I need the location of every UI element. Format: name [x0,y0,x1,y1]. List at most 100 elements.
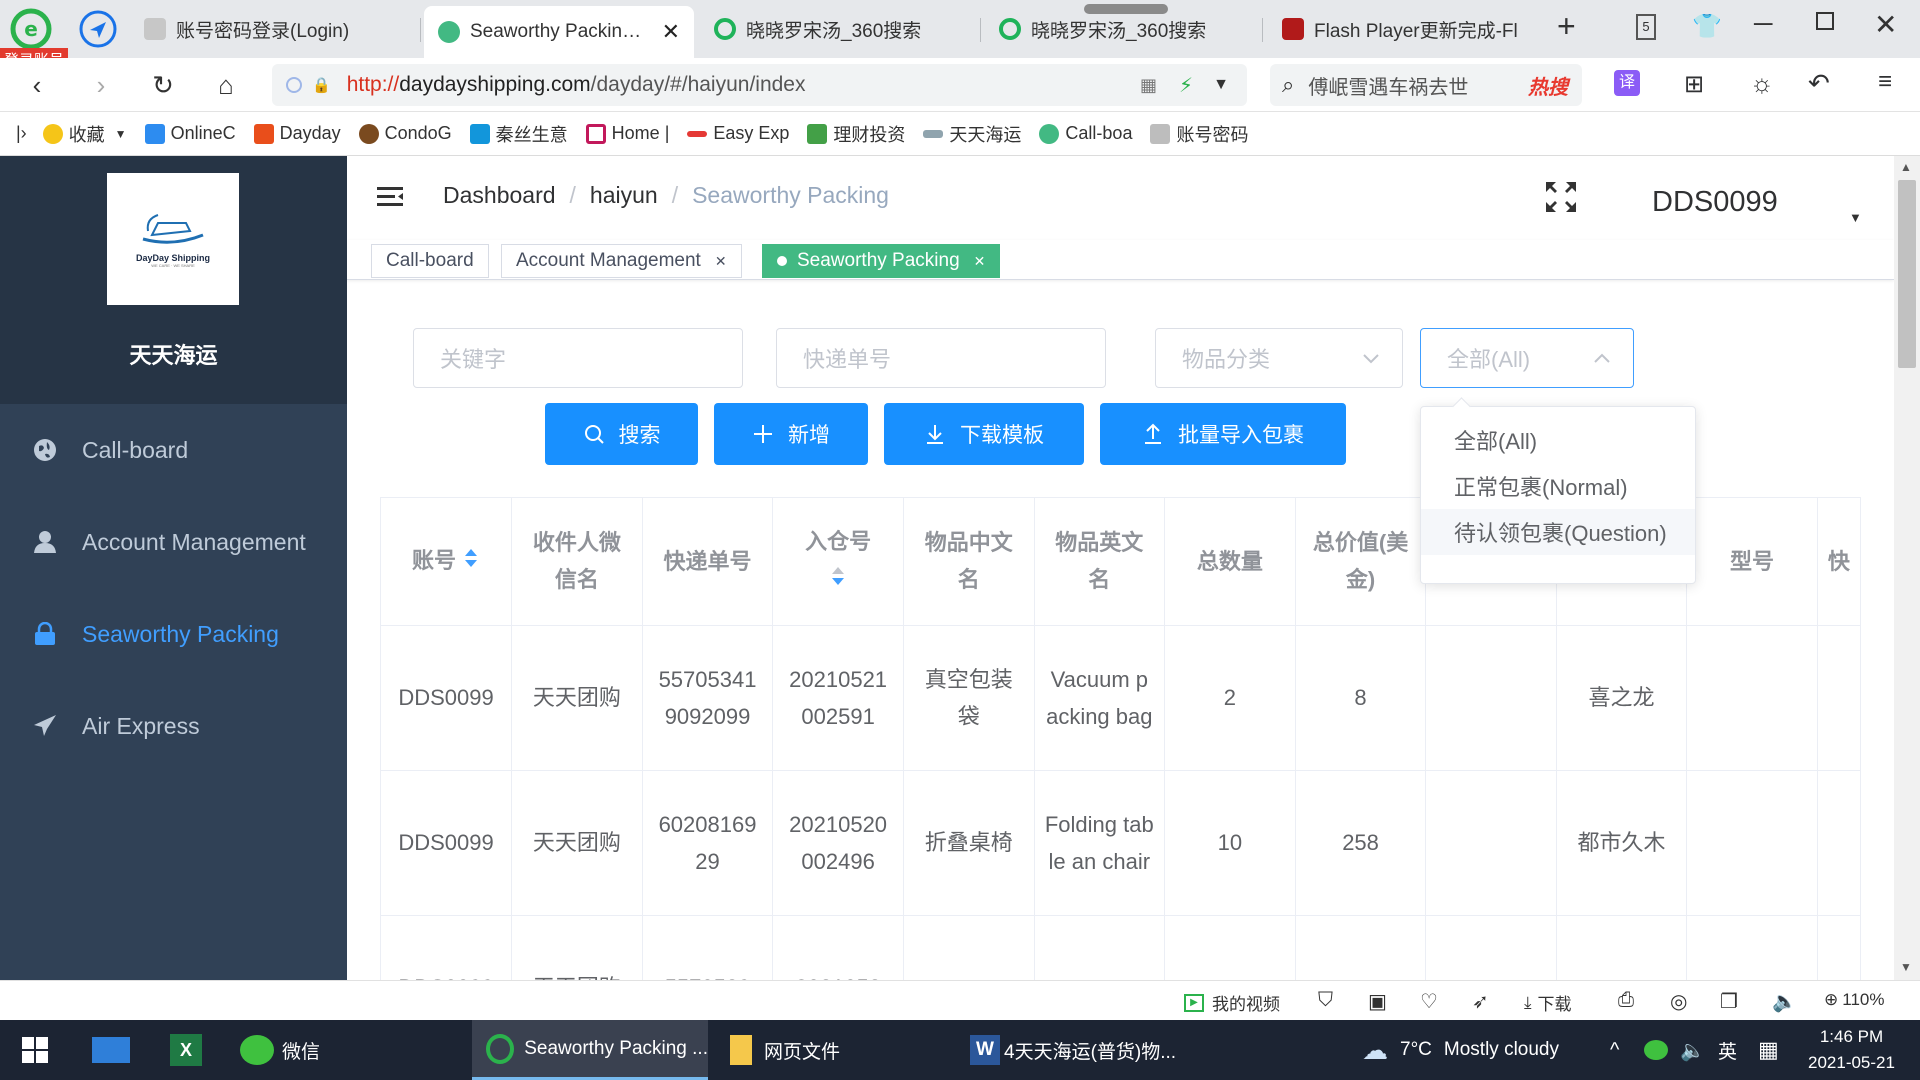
tab-login[interactable]: 账号密码登录(Login) [130,6,415,52]
print-icon[interactable]: ⎙ [1618,989,1634,1012]
bookmark-item[interactable]: OnlineC [144,123,236,144]
column-header[interactable]: 账号 [381,498,513,626]
start-button[interactable] [22,1020,48,1080]
new-tab-icon[interactable]: + [1557,8,1576,45]
browser-search-box[interactable]: ⌕ 傅岷雪遇车祸去世 热搜 [1270,64,1582,106]
heart-icon[interactable]: ♡ [1420,989,1438,1014]
tray-wechat-icon[interactable] [1644,1020,1668,1080]
window-icon[interactable]: ❐ [1720,989,1738,1014]
tracking-number-input[interactable]: 快递单号 [776,328,1106,388]
mail-app[interactable] [92,1020,130,1080]
close-window-icon[interactable]: ✕ [1874,8,1897,41]
close-icon[interactable]: ✕ [974,253,986,270]
sidebar-item-air-express[interactable]: Air Express [0,680,347,772]
option-all[interactable]: 全部(All) [1421,417,1695,463]
sort-icon[interactable] [829,562,847,599]
skin-icon[interactable]: 👕 [1692,12,1722,41]
bookmark-item[interactable]: 收藏 ▼ [42,121,127,147]
keyword-input[interactable]: 关键字 [413,328,743,388]
sidebar-item-account-management[interactable]: Account Management [0,496,347,588]
scrollbar-thumb[interactable] [1898,180,1916,368]
tab-seaworthy-packing[interactable]: Seaworthy Packing - Day ✕ [424,6,694,58]
rocket-icon[interactable]: ➶ [1472,989,1489,1014]
tag-call-board[interactable]: Call-board [371,244,489,278]
scroll-down-icon[interactable]: ▼ [1900,960,1912,974]
speaker-icon[interactable]: 🔈 [1680,1020,1705,1080]
breadcrumb-dashboard[interactable]: Dashboard [443,182,556,209]
volume-icon[interactable]: 🔈 [1772,989,1797,1014]
tab-flash-player[interactable]: Flash Player更新完成-Fl [1268,6,1543,52]
hamburger-icon[interactable] [375,182,405,212]
clock[interactable]: 1:46 PM 2021-05-21 [1808,1020,1895,1080]
page-scrollbar[interactable]: ▲ ▼ [1894,156,1920,980]
search-button[interactable]: 搜索 [545,403,698,465]
tray-expand-icon[interactable]: ^ [1610,1020,1619,1080]
hot-search-label[interactable]: 热搜 [1528,71,1568,100]
sidebar-item-call-board[interactable]: Call-board [0,404,347,496]
bookmark-item[interactable]: 账号密码 [1150,121,1248,147]
bookmark-item[interactable]: 秦丝生意 [469,121,568,147]
browser-logo-icon[interactable]: e [10,8,52,50]
minimize-icon[interactable]: ─ [1754,8,1772,39]
add-button[interactable]: 新增 [714,403,868,465]
option-question[interactable]: 待认领包裹(Question) [1421,509,1695,555]
drag-handle[interactable] [1084,4,1168,14]
bookmark-item[interactable]: 天天海运 [923,121,1021,147]
company-logo[interactable]: DayDay Shipping WE CARE · WE SHARE [107,173,239,305]
my-video[interactable]: ▶ 我的视频 [1184,990,1280,1015]
close-tab-icon[interactable]: ✕ [662,19,680,45]
sort-icon[interactable] [462,544,480,581]
table-row[interactable]: DDS0099 天天团购 5570529 2021052 [381,915,1861,980]
option-normal[interactable]: 正常包裹(Normal) [1421,463,1695,509]
tag-seaworthy-packing[interactable]: Seaworthy Packing ✕ [762,244,1001,278]
zoom-level[interactable]: ⊕ 110% [1824,990,1884,1010]
qr-code-icon[interactable]: ▦ [1140,75,1157,96]
ime-indicator[interactable]: 英 [1718,1020,1737,1080]
download-template-button[interactable]: 下载模板 [884,403,1084,465]
brightness-icon[interactable]: ☼ [1750,68,1774,99]
bookmark-item[interactable]: CondoG [358,123,452,144]
bookmark-item[interactable]: Home | [585,123,669,144]
excel-app[interactable]: X [170,1020,202,1080]
weather-widget[interactable]: ☁ 7°C Mostly cloudy [1362,1020,1559,1080]
bookmark-item[interactable]: Call-boa [1039,123,1132,144]
ime-grid-icon[interactable]: ▦ [1758,1020,1779,1080]
taskbar-browser[interactable]: Seaworthy Packing ... [472,1020,708,1080]
translate-icon[interactable]: 译 [1614,70,1640,96]
undo-icon[interactable]: ↶ [1808,68,1830,99]
table-row[interactable]: DDS0099 天天团购 557053419092099 20210521002… [381,625,1861,771]
image-icon[interactable]: ▣ [1368,989,1387,1014]
fullscreen-icon[interactable] [1544,180,1578,214]
taskbar-wechat[interactable]: 微信 [240,1020,320,1080]
taskbar-word[interactable]: W 4天天海运(普货)物... [970,1020,1176,1080]
bookmark-item[interactable]: Dayday [253,123,341,144]
restore-icon[interactable] [1816,12,1834,30]
sidebar-item-seaworthy-packing[interactable]: Seaworthy Packing [0,588,347,680]
user-name[interactable]: DDS0099 [1652,186,1778,219]
column-header[interactable]: 入仓号 [772,498,904,626]
back-icon[interactable]: ‹ [18,66,56,104]
apps-grid-icon[interactable]: ⊞ [1684,70,1704,99]
navigate-icon[interactable] [78,9,118,49]
breadcrumb-haiyun[interactable]: haiyun [590,182,658,209]
tab-count-icon[interactable]: 5 [1636,14,1656,40]
downloads[interactable]: ⤓ 下载 [1524,990,1572,1015]
tab-360-search-1[interactable]: 晓晓罗宋汤_360搜索 [700,6,980,52]
chevron-down-icon[interactable]: ▼ [1213,76,1229,94]
scroll-up-icon[interactable]: ▲ [1900,160,1912,174]
forward-icon[interactable]: › [82,66,120,104]
bulk-import-button[interactable]: 批量导入包裹 [1100,403,1346,465]
table-row[interactable]: DDS0099 天天团购 6020816929 20210520002496 折… [381,770,1861,916]
menu-icon[interactable]: ≡ [1878,68,1892,96]
close-icon[interactable]: ✕ [715,253,727,270]
taskbar-folder[interactable]: 网页文件 [730,1020,840,1080]
bookmark-item[interactable]: 理财投资 [807,121,905,147]
screenshot-icon[interactable]: ◎ [1670,989,1687,1014]
speed-mode-icon[interactable]: ⚡ [1179,73,1193,98]
caret-down-icon[interactable]: ▼ [1849,210,1862,225]
address-bar[interactable]: 🔒 http:// daydayshipping.com /dayday/#/h… [272,64,1247,106]
home-icon[interactable]: ⌂ [207,66,245,104]
reload-icon[interactable]: ↻ [144,66,182,104]
sidebar-toggle-icon[interactable]: |› [16,123,27,144]
bookmark-item[interactable]: Easy Exp [687,123,789,144]
